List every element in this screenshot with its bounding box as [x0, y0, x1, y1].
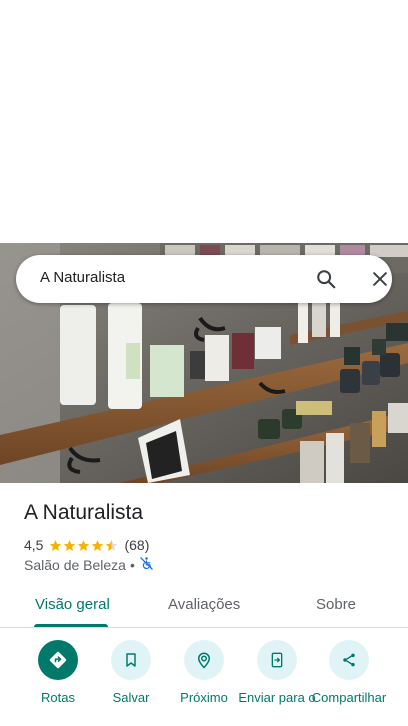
- send-to-phone-button[interactable]: Enviar para o: [237, 640, 317, 705]
- star-icon: [64, 539, 76, 551]
- search-input[interactable]: A Naturalista: [40, 269, 125, 286]
- search-bar[interactable]: A Naturalista: [16, 255, 392, 303]
- not-accessible-icon: [139, 556, 154, 574]
- nearby-button[interactable]: Próximo: [164, 640, 244, 705]
- place-title: A Naturalista: [24, 501, 144, 524]
- category-row: Salão de Beleza •: [24, 556, 154, 574]
- star-icon: [92, 539, 104, 551]
- save-label: Salvar: [112, 690, 150, 705]
- rating-row[interactable]: 4,5 (68): [24, 536, 149, 554]
- place-category: Salão de Beleza: [24, 557, 126, 573]
- save-button[interactable]: Salvar: [91, 640, 171, 705]
- separator-dot: •: [129, 557, 135, 573]
- map-area-blank: [0, 0, 408, 243]
- send-to-phone-label: Enviar para o: [238, 690, 316, 705]
- rating-value: 4,5: [24, 537, 44, 553]
- tab-bar: Visão geral Avaliações Sobre: [0, 584, 408, 628]
- bookmark-icon: [111, 640, 151, 680]
- star-icon: [78, 539, 90, 551]
- tab-overview[interactable]: Visão geral: [35, 596, 110, 613]
- star-icon: [50, 539, 62, 551]
- directions-icon: [38, 640, 78, 680]
- star-rating: [49, 539, 119, 552]
- send-to-phone-icon: [257, 640, 297, 680]
- directions-button[interactable]: Rotas: [18, 640, 98, 705]
- half-star-icon: [106, 539, 118, 551]
- close-icon[interactable]: [366, 265, 394, 293]
- review-count[interactable]: (68): [124, 537, 149, 553]
- search-icon[interactable]: [312, 265, 340, 293]
- action-bar: Rotas Salvar Próximo Enviar para o Compa…: [0, 640, 408, 726]
- share-button[interactable]: Compartilhar: [309, 640, 389, 705]
- nearby-label: Próximo: [180, 690, 228, 705]
- directions-label: Rotas: [41, 690, 75, 705]
- tab-reviews[interactable]: Avaliações: [168, 596, 240, 613]
- nearby-icon: [184, 640, 224, 680]
- active-tab-indicator: [34, 624, 108, 627]
- share-label: Compartilhar: [311, 690, 387, 705]
- tab-about[interactable]: Sobre: [316, 596, 356, 613]
- share-icon: [329, 640, 369, 680]
